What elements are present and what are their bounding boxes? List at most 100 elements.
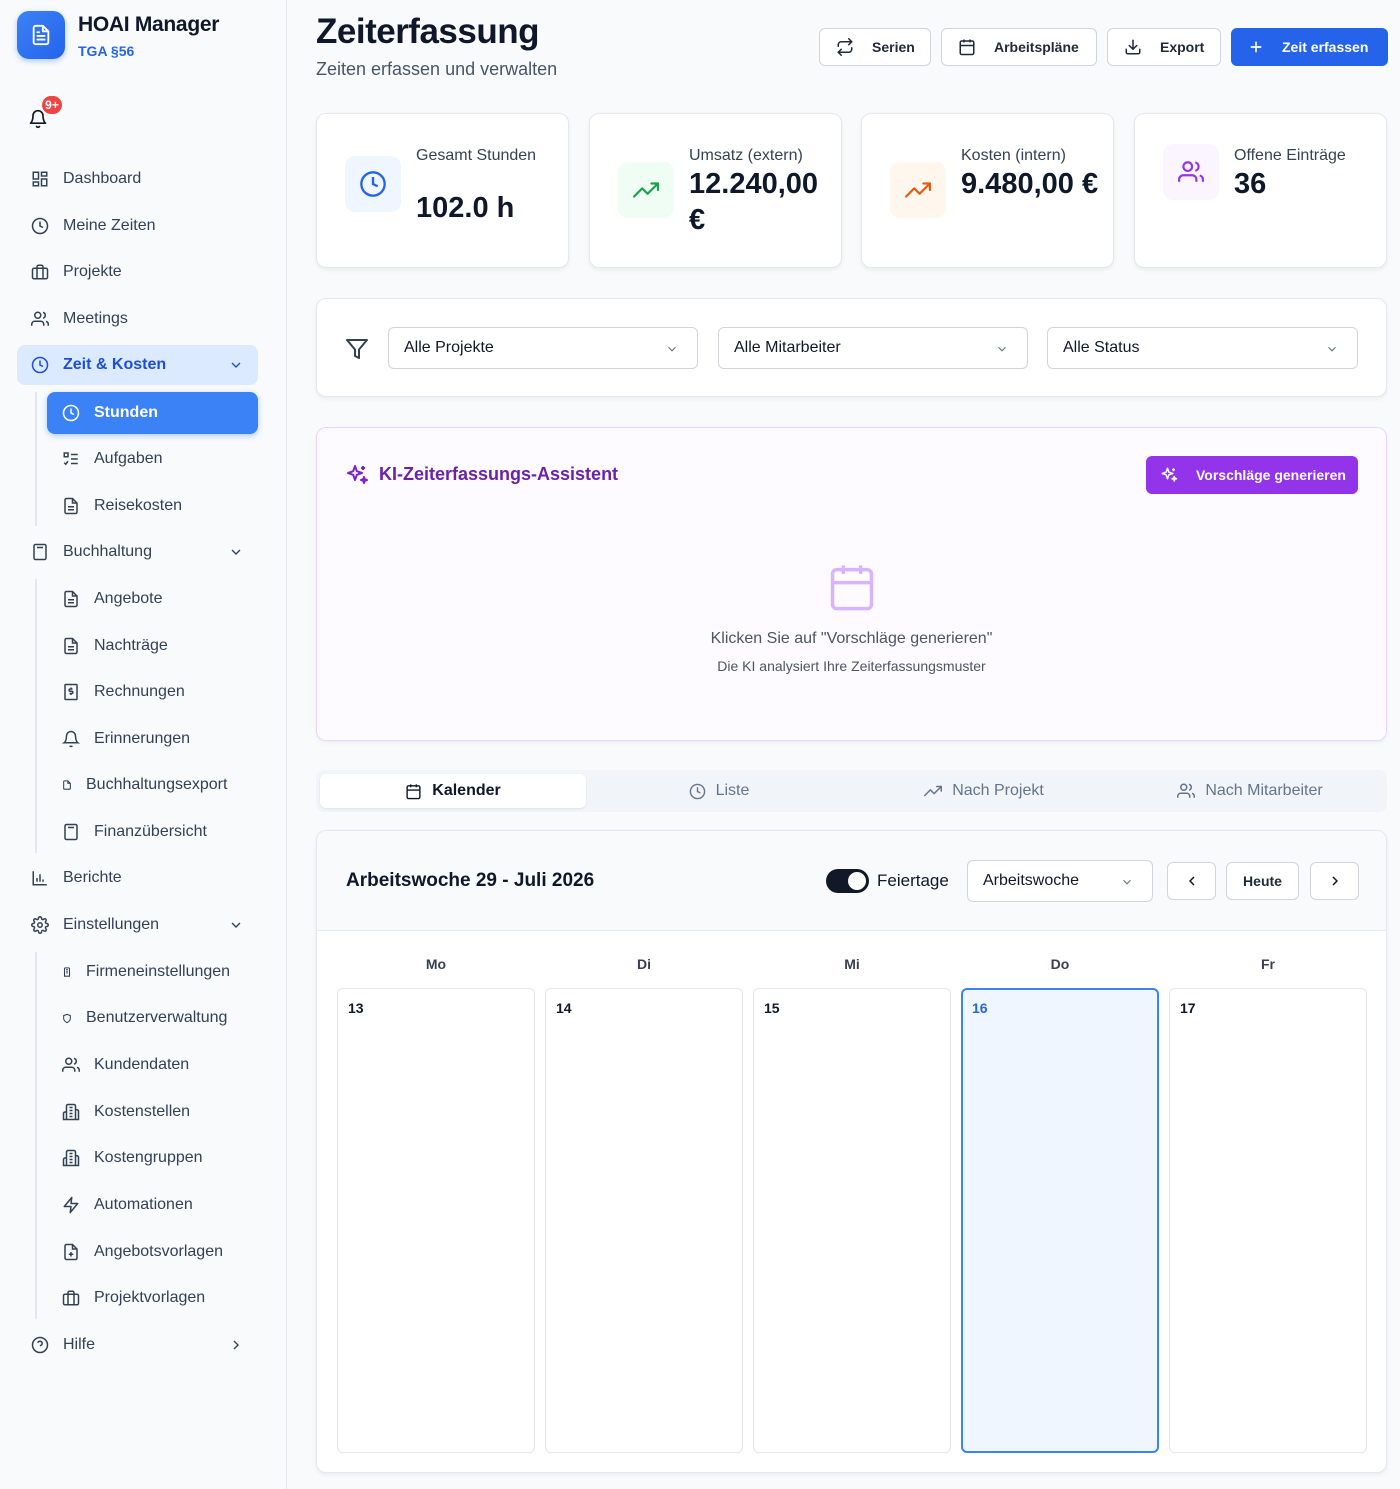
- day-number: 13: [348, 1000, 364, 1016]
- day-cell-today[interactable]: 16: [961, 988, 1159, 1453]
- sub-nav-line: [35, 579, 37, 853]
- sidebar-item-reisekosten[interactable]: Reisekosten: [47, 485, 258, 527]
- app-logo[interactable]: [17, 11, 65, 59]
- previous-week-button[interactable]: [1167, 862, 1216, 900]
- sidebar-item-stunden[interactable]: Stunden: [47, 392, 258, 434]
- day-cell[interactable]: 15: [753, 988, 951, 1453]
- day-cell[interactable]: 13: [337, 988, 535, 1453]
- users-icon: [1163, 144, 1219, 200]
- calendar-view-select[interactable]: Arbeitswoche: [967, 860, 1153, 902]
- sidebar-item-nachtraege[interactable]: Nachträge: [47, 625, 258, 667]
- stat-card-hours: Gesamt Stunden 102.0 h: [316, 113, 569, 268]
- calendar-title: Arbeitswoche 29 - Juli 2026: [346, 870, 595, 891]
- sidebar: HOAI Manager TGA §56 9+ Dashboard Meine …: [0, 0, 287, 1489]
- tab-nach-projekt[interactable]: Nach Projekt: [851, 774, 1117, 808]
- sidebar-item-kundendaten[interactable]: Kundendaten: [47, 1044, 258, 1086]
- sidebar-item-kostengruppen[interactable]: Kostengruppen: [47, 1137, 258, 1179]
- day-name: Fr: [1261, 956, 1275, 972]
- add-time-button[interactable]: Zeit erfassen: [1231, 28, 1388, 66]
- sidebar-item-label: Finanzübersicht: [94, 823, 207, 840]
- holidays-toggle[interactable]: [826, 869, 869, 893]
- sidebar-item-finanzuebersicht[interactable]: Finanzübersicht: [47, 811, 258, 853]
- chevron-right-icon: [228, 1337, 244, 1353]
- sidebar-item-benutzerverwaltung[interactable]: Benutzerverwaltung: [47, 997, 258, 1039]
- day-number: 14: [556, 1000, 572, 1016]
- day-cell[interactable]: 14: [545, 988, 743, 1453]
- sidebar-item-label: Benutzerverwaltung: [86, 1009, 228, 1026]
- help-icon: [31, 1336, 49, 1354]
- sub-nav-line: [35, 392, 37, 526]
- sidebar-group-buchhaltung[interactable]: Buchhaltung: [17, 532, 258, 572]
- sidebar-item-aufgaben[interactable]: Aufgaben: [47, 438, 258, 480]
- ai-empty-title: Klicken Sie auf "Vorschläge generieren": [710, 630, 993, 647]
- sidebar-item-firmeneinstellungen[interactable]: Firmeneinstellungen: [47, 951, 258, 993]
- status-filter-select[interactable]: Alle Status: [1047, 327, 1358, 369]
- project-filter-value: Alle Projekte: [404, 339, 494, 356]
- clock-icon: [345, 156, 401, 212]
- sidebar-item-label: Automationen: [94, 1196, 193, 1213]
- sidebar-item-label: Firmeneinstellungen: [86, 963, 231, 980]
- notification-badge: 9+: [40, 94, 64, 116]
- lightning-icon: [62, 1196, 80, 1214]
- sidebar-item-label: Kostengruppen: [94, 1149, 203, 1166]
- file-icon: [62, 497, 80, 515]
- sidebar-group-zeit-kosten[interactable]: Zeit & Kosten: [17, 345, 258, 385]
- building-icon: [62, 963, 72, 981]
- next-week-button[interactable]: [1310, 862, 1359, 900]
- generate-suggestions-label: Vorschläge generieren: [1196, 467, 1346, 483]
- chevron-down-icon: [1325, 342, 1339, 356]
- chevron-down-icon: [995, 342, 1009, 356]
- briefcase-icon: [31, 263, 49, 281]
- sidebar-item-buchhaltungsexport[interactable]: Buchhaltungsexport: [47, 764, 258, 806]
- tab-liste[interactable]: Liste: [586, 774, 852, 808]
- export-button[interactable]: Export: [1107, 28, 1221, 66]
- sidebar-item-label: Meine Zeiten: [63, 217, 156, 234]
- series-button[interactable]: Serien: [819, 28, 931, 66]
- day-name: Di: [637, 956, 651, 972]
- schedules-button[interactable]: Arbeitspläne: [941, 28, 1097, 66]
- today-button[interactable]: Heute: [1226, 862, 1299, 900]
- sidebar-item-angebote[interactable]: Angebote: [47, 578, 258, 620]
- sidebar-item-angebotsvorlagen[interactable]: Angebotsvorlagen: [47, 1231, 258, 1273]
- sidebar-item-erinnerungen[interactable]: Erinnerungen: [47, 718, 258, 760]
- calendar-panel: Arbeitswoche 29 - Juli 2026 Feiertage Ar…: [316, 830, 1387, 1473]
- sidebar-item-dashboard[interactable]: Dashboard: [17, 159, 258, 199]
- day-cell[interactable]: 17: [1169, 988, 1367, 1453]
- day-number: 15: [764, 1000, 780, 1016]
- stat-card-revenue: Umsatz (extern) 12.240,00 €: [589, 113, 842, 268]
- sidebar-item-label: Meetings: [63, 310, 128, 327]
- sidebar-item-projektvorlagen[interactable]: Projektvorlagen: [47, 1277, 258, 1319]
- tab-label: Liste: [715, 782, 750, 799]
- employee-filter-select[interactable]: Alle Mitarbeiter: [718, 327, 1028, 369]
- stat-label: Offene Einträge: [1234, 147, 1346, 164]
- generate-suggestions-button[interactable]: Vorschläge generieren: [1146, 456, 1358, 494]
- building-icon: [62, 1103, 80, 1121]
- sidebar-item-kostenstellen[interactable]: Kostenstellen: [47, 1091, 258, 1133]
- tab-kalender[interactable]: Kalender: [320, 774, 586, 808]
- sidebar-item-meetings[interactable]: Meetings: [17, 299, 258, 339]
- sidebar-item-automationen[interactable]: Automationen: [47, 1184, 258, 1226]
- sidebar-item-rechnungen[interactable]: Rechnungen: [47, 671, 258, 713]
- project-filter-select[interactable]: Alle Projekte: [388, 327, 698, 369]
- stat-label: Kosten (intern): [961, 147, 1066, 164]
- sidebar-item-hilfe[interactable]: Hilfe: [17, 1325, 258, 1365]
- sidebar-item-label: Buchhaltung: [63, 543, 152, 560]
- sidebar-item-meine-zeiten[interactable]: Meine Zeiten: [17, 206, 258, 246]
- file-icon: [62, 637, 80, 655]
- sidebar-item-label: Angebotsvorlagen: [94, 1243, 223, 1260]
- sidebar-item-projekte[interactable]: Projekte: [17, 252, 258, 292]
- tab-label: Nach Mitarbeiter: [1205, 782, 1323, 799]
- sidebar-item-label: Projektvorlagen: [94, 1289, 206, 1306]
- sidebar-group-einstellungen[interactable]: Einstellungen: [17, 905, 258, 945]
- chevron-left-icon: [1188, 876, 1195, 886]
- invoice-icon: [62, 683, 80, 701]
- chevron-right-icon: [1331, 876, 1338, 886]
- building-icon: [62, 1149, 80, 1167]
- stat-value: 12.240,00 €: [689, 168, 819, 236]
- sidebar-item-label: Projekte: [63, 263, 122, 280]
- sidebar-item-berichte[interactable]: Berichte: [17, 858, 258, 898]
- tab-nach-mitarbeiter[interactable]: Nach Mitarbeiter: [1117, 774, 1383, 808]
- stat-value: 102.0 h: [416, 192, 515, 224]
- briefcase-icon: [62, 1289, 80, 1307]
- calendar-view-value: Arbeitswoche: [983, 872, 1080, 889]
